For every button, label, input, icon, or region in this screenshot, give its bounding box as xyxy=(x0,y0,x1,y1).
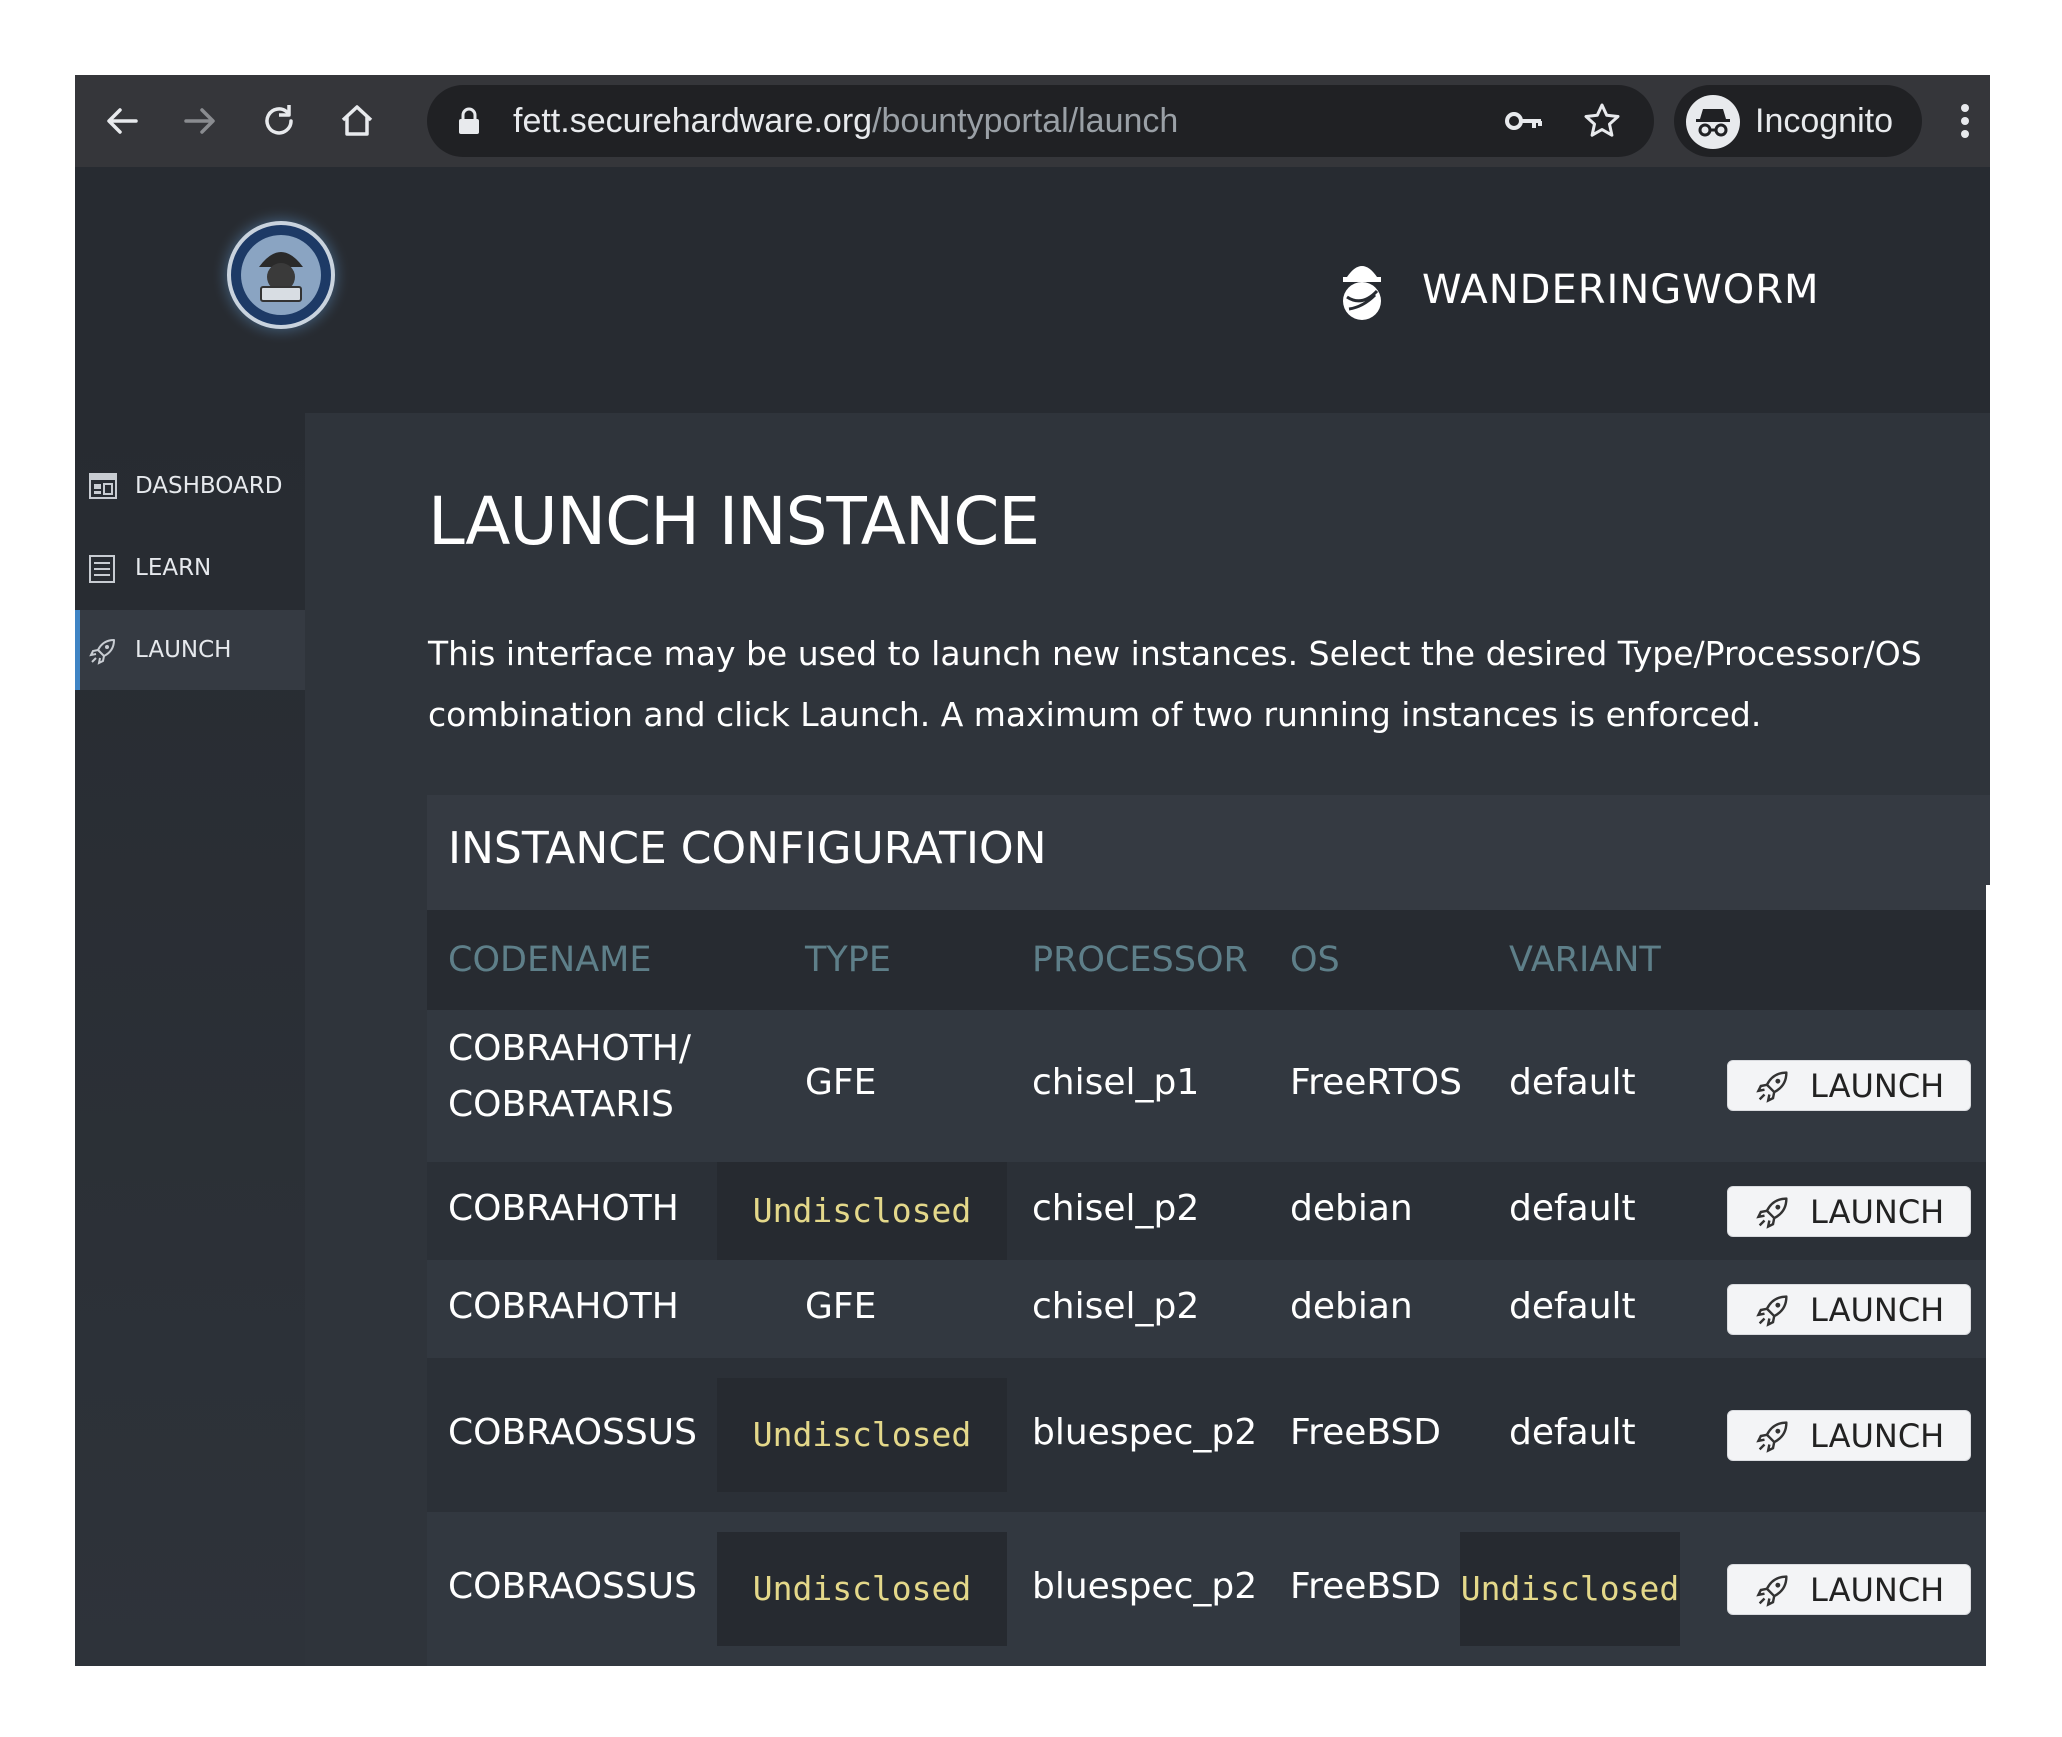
sidebar-item-label: DASHBOARD xyxy=(135,473,283,499)
codename-cell: COBRAHOTH xyxy=(448,1286,679,1327)
more-icon[interactable] xyxy=(1955,99,1975,143)
table-row: COBRAOSSUS Undisclosed bluespec_p2 FreeB… xyxy=(427,1358,1990,1512)
table-header: CODENAME TYPE PROCESSOR OS VARIANT xyxy=(427,910,1990,1010)
profile-label: Incognito xyxy=(1755,102,1893,140)
processor-cell: bluespec_p2 xyxy=(1032,1412,1258,1453)
sidebar-item-dashboard[interactable]: DASHBOARD xyxy=(75,446,305,526)
column-header-os: OS xyxy=(1290,940,1340,980)
launch-button[interactable]: LAUNCH xyxy=(1727,1410,1971,1461)
launch-label: LAUNCH xyxy=(1810,1067,1945,1105)
type-cell-undisclosed: Undisclosed xyxy=(717,1162,1007,1260)
url-text[interactable]: fett.securehardware.org/bountyportal/lau… xyxy=(513,85,1178,157)
main-content: LAUNCH INSTANCE This interface may be us… xyxy=(305,413,1990,1666)
user-icon xyxy=(1337,257,1387,325)
codename-cell: COBRAOSSUS xyxy=(448,1566,697,1607)
panel-title: INSTANCE CONFIGURATION xyxy=(448,823,1047,874)
sidebar-item-learn[interactable]: LEARN xyxy=(75,528,305,608)
incognito-icon xyxy=(1686,95,1740,149)
sidebar: DASHBOARD LEARN LAUNCH xyxy=(75,413,305,1666)
table-row: COBRAHOTH GFE chisel_p2 debian default L… xyxy=(427,1260,1990,1358)
home-icon[interactable] xyxy=(335,99,379,143)
lock-icon[interactable] xyxy=(457,107,481,139)
rocket-icon xyxy=(1756,1293,1790,1331)
profile-button[interactable]: Incognito xyxy=(1674,85,1922,157)
reload-icon[interactable] xyxy=(257,99,301,143)
os-cell: debian xyxy=(1290,1286,1413,1327)
launch-label: LAUNCH xyxy=(1810,1571,1945,1609)
launch-label: LAUNCH xyxy=(1810,1193,1945,1231)
column-header-processor: PROCESSOR xyxy=(1032,940,1248,980)
rocket-icon xyxy=(1756,1195,1790,1233)
column-header-type: TYPE xyxy=(805,940,891,980)
codename-cell: COBRATARIS xyxy=(448,1084,674,1125)
fett-logo[interactable] xyxy=(211,205,351,345)
browser-window: fett.securehardware.org/bountyportal/lau… xyxy=(75,75,1990,1666)
variant-cell: default xyxy=(1509,1412,1636,1453)
variant-cell: default xyxy=(1509,1286,1636,1327)
type-cell-undisclosed: Undisclosed xyxy=(717,1378,1007,1492)
table-row: COBRAOSSUS Undisclosed bluespec_p2 FreeB… xyxy=(427,1512,1990,1666)
dashboard-icon xyxy=(89,473,117,503)
sidebar-item-launch[interactable]: LAUNCH xyxy=(75,610,305,690)
star-icon[interactable] xyxy=(1582,101,1622,145)
launch-label: LAUNCH xyxy=(1810,1291,1945,1329)
processor-cell: bluespec_p2 xyxy=(1032,1566,1258,1607)
variant-cell: default xyxy=(1509,1188,1636,1229)
launch-button[interactable]: LAUNCH xyxy=(1727,1284,1971,1335)
sidebar-item-label: LAUNCH xyxy=(135,637,232,663)
type-cell: GFE xyxy=(805,1286,877,1327)
processor-cell: chisel_p1 xyxy=(1032,1062,1200,1103)
column-header-variant: VARIANT xyxy=(1509,940,1661,980)
codename-cell: COBRAOSSUS xyxy=(448,1412,697,1453)
key-icon[interactable] xyxy=(1504,105,1544,141)
codename-cell: COBRAHOTH/ xyxy=(448,1028,691,1069)
app-header: WANDERINGWORM xyxy=(75,167,1990,413)
os-cell: FreeBSD xyxy=(1290,1566,1442,1607)
launch-button[interactable]: LAUNCH xyxy=(1727,1186,1971,1237)
url-host: fett.securehardware.org xyxy=(513,102,873,140)
list-icon xyxy=(89,555,115,587)
intro-text: This interface may be used to launch new… xyxy=(428,634,1922,734)
scrollbar[interactable] xyxy=(1986,885,1990,1666)
column-header-codename: CODENAME xyxy=(448,940,652,980)
type-cell-undisclosed: Undisclosed xyxy=(717,1532,1007,1646)
os-cell: FreeRTOS xyxy=(1290,1062,1462,1103)
rocket-icon xyxy=(1756,1069,1790,1107)
page-title: LAUNCH INSTANCE xyxy=(428,483,1040,560)
url-path: /bountyportal/launch xyxy=(872,102,1179,140)
variant-cell: default xyxy=(1509,1062,1636,1103)
rocket-icon xyxy=(89,637,117,669)
instance-configuration-panel: INSTANCE CONFIGURATION CODENAME TYPE PRO… xyxy=(427,795,1990,1666)
rocket-icon xyxy=(1756,1419,1790,1457)
launch-button[interactable]: LAUNCH xyxy=(1727,1564,1971,1615)
address-bar[interactable]: fett.securehardware.org/bountyportal/lau… xyxy=(427,85,1654,157)
sidebar-item-label: LEARN xyxy=(135,555,212,581)
variant-cell-undisclosed: Undisclosed xyxy=(1460,1532,1680,1646)
panel-header: INSTANCE CONFIGURATION xyxy=(427,795,1990,910)
type-cell: GFE xyxy=(805,1062,877,1103)
table-row: COBRAHOTH/ COBRATARIS GFE chisel_p1 Free… xyxy=(427,1010,1990,1162)
forward-icon[interactable] xyxy=(178,99,222,143)
launch-label: LAUNCH xyxy=(1810,1417,1945,1455)
launch-button[interactable]: LAUNCH xyxy=(1727,1060,1971,1111)
processor-cell: chisel_p2 xyxy=(1032,1286,1200,1327)
browser-toolbar: fett.securehardware.org/bountyportal/lau… xyxy=(75,75,1990,167)
table-row: COBRAHOTH Undisclosed chisel_p2 debian d… xyxy=(427,1162,1990,1260)
username[interactable]: WANDERINGWORM xyxy=(1422,267,1820,313)
os-cell: FreeBSD xyxy=(1290,1412,1442,1453)
codename-cell: COBRAHOTH xyxy=(448,1188,679,1229)
rocket-icon xyxy=(1756,1573,1790,1611)
processor-cell: chisel_p2 xyxy=(1032,1188,1200,1229)
back-icon[interactable] xyxy=(100,99,144,143)
os-cell: debian xyxy=(1290,1188,1413,1229)
